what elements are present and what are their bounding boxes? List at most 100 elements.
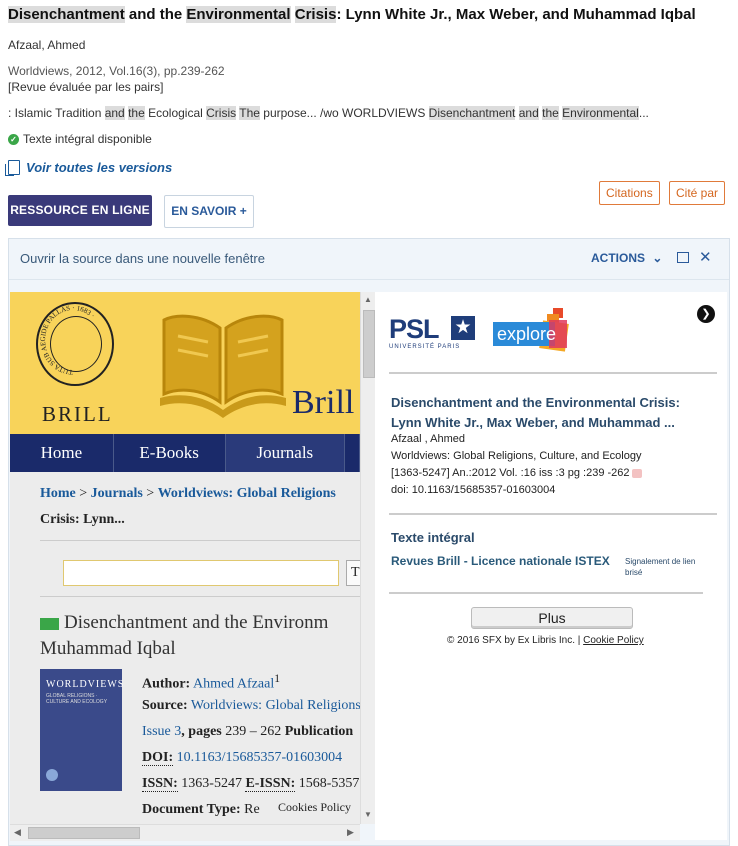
issue-link[interactable]: Issue 3 <box>142 724 181 739</box>
breadcrumb-current: Crisis: Lynn... <box>40 512 125 527</box>
citations-button[interactable]: Citations <box>599 181 660 205</box>
divider <box>389 513 717 515</box>
brill-nav: Home E-Books Journals <box>10 434 360 472</box>
record-title[interactable]: Disenchantment and the Environmental Cri… <box>8 6 696 23</box>
brill-search-input[interactable] <box>63 560 339 586</box>
meta-doi: DOI: 10.1163/15685357-01603004 <box>142 750 342 766</box>
psl-logo: PSL <box>389 314 440 344</box>
record-author: Afzaal, Ahmed <box>8 38 86 52</box>
brill-large-wordmark: Brill <box>292 384 355 421</box>
snippet-highlight: Disenchantment <box>428 106 516 120</box>
nav-home[interactable]: Home <box>10 434 114 472</box>
publisher-iframe[interactable]: TUTA SUB AEGIDE PALLAS · 1683 · BRILL Br… <box>10 292 360 824</box>
brill-seal-logo: TUTA SUB AEGIDE PALLAS · 1683 · <box>36 302 114 386</box>
author-superscript: 1 <box>274 672 281 685</box>
scroll-down-arrow[interactable]: ▼ <box>364 810 372 819</box>
all-versions-link[interactable]: Voir toutes les versions <box>5 160 172 176</box>
meta-label: , pages <box>181 724 222 739</box>
globe-icon <box>46 769 58 781</box>
snippet-highlight: the <box>128 106 145 120</box>
title-highlight: Environmental <box>186 6 291 23</box>
meta-label: ISSN: <box>142 776 178 792</box>
snippet-highlight: the <box>542 106 559 120</box>
nav-journals[interactable]: Journals <box>225 434 346 472</box>
eissn-value: 1568-5357 <box>295 776 360 791</box>
actions-menu[interactable]: ACTIONS ⌄ <box>591 251 662 265</box>
online-resource-tab[interactable]: RESSOURCE EN LIGNE <box>8 195 152 226</box>
doctype-value: Re <box>240 802 260 817</box>
scroll-thumb[interactable] <box>28 827 140 839</box>
close-icon[interactable]: ✕ <box>699 248 712 266</box>
title-highlight: Disenchantment <box>8 6 125 23</box>
doi-link[interactable]: 10.1163/15685357-01603004 <box>177 750 343 765</box>
snippet-highlight: The <box>239 106 260 120</box>
journal-cover-image: WORLDVIEWS GLOBAL RELIGIONS · CULTURE AN… <box>40 669 125 791</box>
report-broken-link[interactable]: Signalement de lien brisé <box>625 556 709 578</box>
vertical-scrollbar[interactable]: ▲ ▼ <box>360 292 376 824</box>
divider <box>40 540 360 541</box>
breadcrumb-journals[interactable]: Journals <box>91 486 143 501</box>
meta-author: Author: Ahmed Afzaal1 <box>142 672 280 693</box>
cited-by-button[interactable]: Cité par <box>669 181 726 205</box>
brill-wordmark: BRILL <box>42 402 113 426</box>
meta-label: Document Type: <box>142 802 241 817</box>
sfx-author: Afzaal , Ahmed <box>391 433 465 445</box>
breadcrumb-sep: > <box>142 486 158 501</box>
open-book-icon <box>160 314 286 418</box>
nav-ebooks[interactable]: E-Books <box>114 434 226 472</box>
external-window-icon[interactable] <box>677 252 689 263</box>
article-title-line1: Disenchantment and the Environm <box>64 612 329 633</box>
author-link[interactable]: Ahmed Afzaal <box>193 677 274 692</box>
next-arrow-icon[interactable]: ❯ <box>697 305 715 323</box>
check-circle-icon: ✓ <box>8 133 19 145</box>
sfx-title-link[interactable]: Disenchantment and the Environmental Cri… <box>391 393 711 433</box>
meta-issn: ISSN: 1363-5247 E-ISSN: 1568-5357 <box>142 776 359 792</box>
sfx-doi: doi: 10.1163/15685357-01603004 <box>391 484 556 496</box>
pdf-icon[interactable] <box>631 468 642 478</box>
snippet-highlight: and <box>104 106 125 120</box>
seal-text: TUTA SUB AEGIDE PALLAS · 1683 · <box>39 304 96 376</box>
sfx-panel: PSL ★ UNIVERSITÉ PARIS explore ❯ Disench… <box>375 292 727 840</box>
cookie-policy-link[interactable]: Cookie Policy <box>583 635 644 646</box>
scroll-thumb[interactable] <box>363 310 375 378</box>
horizontal-scrollbar[interactable]: ◀ ▶ <box>10 824 360 841</box>
breadcrumb-journal[interactable]: Worldviews: Global Religions <box>158 486 336 501</box>
divider <box>389 592 703 594</box>
plus-button[interactable]: Plus <box>471 607 633 629</box>
issn-value: 1363-5247 <box>177 776 246 791</box>
availability-text: Texte intégral disponible <box>23 132 152 146</box>
divider <box>40 596 360 597</box>
record-source: Worldviews, 2012, Vol.16(3), pp.239-262 <box>8 64 225 78</box>
meta-label: DOI: <box>142 750 174 766</box>
title-text: and the <box>124 6 187 23</box>
article-title-line2: Muhammad Iqbal <box>40 638 176 659</box>
sfx-details: [1363-5247] An.:2012 Vol. :16 iss :3 pg … <box>391 467 642 479</box>
versions-icon <box>5 160 20 176</box>
istex-license-link[interactable]: Revues Brill - Licence nationale ISTEX <box>391 554 610 568</box>
source-link[interactable]: Worldviews: Global Religions <box>191 698 360 713</box>
snippet-highlight: and <box>518 106 539 120</box>
peer-review-label: [Revue évaluée par les pairs] <box>8 80 164 94</box>
chevron-down-icon: ⌄ <box>652 251 663 265</box>
scroll-right-arrow[interactable]: ▶ <box>347 827 354 838</box>
actions-label: ACTIONS <box>591 251 645 265</box>
meta-label: E-ISSN: <box>245 776 296 792</box>
cover-title: WORLDVIEWS <box>46 679 125 690</box>
sfx-copyright: © 2016 SFX by Ex Libris Inc. | Cookie Po… <box>447 635 644 646</box>
snippet-highlight: Crisis <box>206 106 237 120</box>
scroll-up-arrow[interactable]: ▲ <box>364 295 372 304</box>
record-snippet: : Islamic Tradition and the Ecological C… <box>8 106 649 120</box>
scroll-left-arrow[interactable]: ◀ <box>14 827 21 838</box>
snippet-text: ... <box>638 106 649 120</box>
cookies-policy-link[interactable]: Cookies Policy <box>278 800 351 815</box>
snippet-highlight: Environmental <box>562 106 639 120</box>
learn-more-tab[interactable]: EN SAVOIR + <box>164 195 254 228</box>
brill-search-button[interactable]: T <box>346 560 360 586</box>
snippet-text: Ecological <box>144 106 207 120</box>
breadcrumb-home[interactable]: Home <box>40 486 76 501</box>
nav-more[interactable] <box>345 434 360 472</box>
open-source-new-window-link[interactable]: Ouvrir la source dans une nouvelle fenêt… <box>20 251 265 266</box>
star-icon: ★ <box>451 316 475 340</box>
brill-header: TUTA SUB AEGIDE PALLAS · 1683 · BRILL Br… <box>10 292 360 434</box>
sfx-journal: Worldviews: Global Religions, Culture, a… <box>391 450 642 462</box>
